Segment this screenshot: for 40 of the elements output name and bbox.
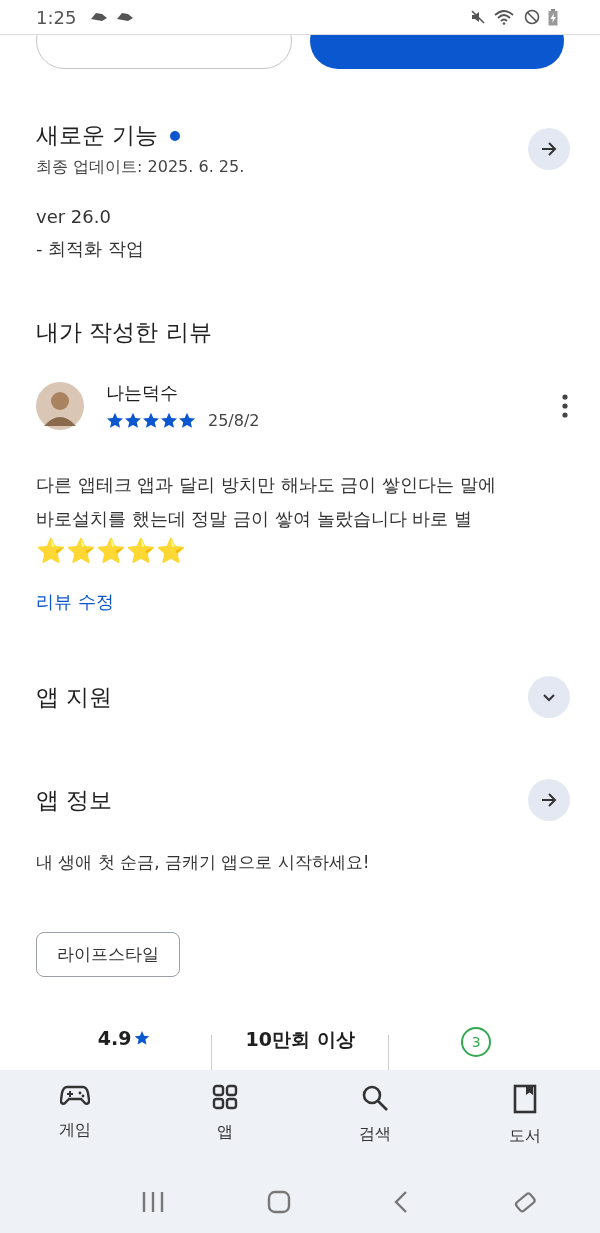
arrow-button[interactable] — [528, 779, 570, 821]
nav-tab[interactable]: 앱 — [150, 1084, 300, 1170]
release-note: ver 26.0 — [36, 206, 112, 227]
new-dot — [170, 130, 181, 141]
notification-icon — [116, 12, 135, 22]
gamepad-icon — [60, 1084, 90, 1108]
download-count: 10만회 이상 — [245, 1027, 355, 1052]
star-emojis: ⭐⭐⭐⭐⭐ — [36, 536, 187, 566]
status-time: 1:25 — [36, 6, 77, 28]
home-icon[interactable] — [267, 1189, 291, 1214]
review-text: 다른 앱테크 앱과 달리 방치만 해놔도 금이 쌓인다는 말에 바로설치를 했는데 정말 금이 쌓여 놀랐습니다 바로 별 — [36, 473, 497, 531]
do-not-disturb-icon — [524, 9, 540, 25]
arrow-button[interactable] — [528, 128, 570, 170]
category-chip[interactable]: 라이프스타일 — [36, 932, 180, 977]
avatar-icon — [36, 381, 84, 430]
reviewer-name: 나는덕수 — [106, 381, 179, 405]
recents-icon[interactable] — [141, 1190, 165, 1213]
rating-value: 4.9 — [97, 1027, 150, 1049]
update-date: 최종 업데이트: 2025. 6. 25. — [36, 157, 245, 178]
mute-icon — [470, 9, 486, 25]
release-note: - 최적화 작업 — [36, 237, 145, 261]
star-icon — [133, 1030, 150, 1046]
age-rating-badge: 3 — [461, 1027, 492, 1057]
edit-review-link[interactable]: 리뷰 수정 — [36, 590, 114, 614]
battery-icon — [548, 8, 558, 26]
section-title: 앱 정보 — [36, 785, 113, 815]
section-title: 새로운 기능 — [36, 121, 159, 150]
section-title: 내가 작성한 리뷰 — [36, 318, 213, 347]
notification-icon — [90, 12, 109, 22]
review-date: 25/8/2 — [208, 411, 260, 430]
wifi-icon — [494, 9, 516, 25]
back-icon[interactable] — [393, 1189, 409, 1214]
section-title: 앱 지원 — [36, 682, 113, 712]
nav-tab[interactable]: 도서 — [450, 1084, 600, 1170]
book-icon — [513, 1084, 537, 1114]
nav-tab[interactable]: 검색 — [300, 1084, 450, 1170]
app-description: 내 생애 첫 순금, 금캐기 앱으로 시작하세요! — [36, 851, 371, 874]
apps-grid-icon — [212, 1084, 238, 1110]
search-icon — [361, 1084, 389, 1112]
nav-tab[interactable]: 게임 — [0, 1084, 150, 1170]
